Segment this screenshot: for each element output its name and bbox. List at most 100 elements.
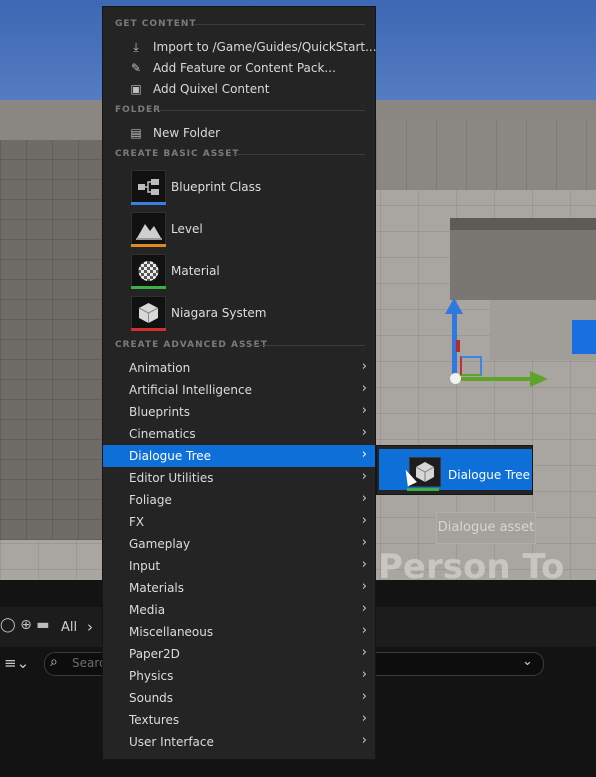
- menu-item-label: Add Quixel Content: [153, 82, 270, 96]
- submenu-blueprints[interactable]: Blueprints ›: [103, 401, 375, 423]
- submenu-label: Foliage: [129, 493, 172, 507]
- chevron-right-icon: ›: [361, 491, 367, 506]
- section-divider: [159, 110, 365, 111]
- section-basic-asset: CREATE BASIC ASSET: [115, 149, 240, 159]
- dialogue-tree-submenu: Dialogue Tree: [376, 445, 533, 495]
- section-folder: FOLDER: [115, 105, 162, 115]
- section-get-content: GET CONTENT: [115, 19, 197, 29]
- submenu-sounds[interactable]: Sounds ›: [103, 687, 375, 709]
- submenu-paper2d[interactable]: Paper2D ›: [103, 643, 375, 665]
- submenu-animation[interactable]: Animation ›: [103, 357, 375, 379]
- submenu-label: Input: [129, 559, 161, 573]
- niagara-icon: [131, 296, 166, 330]
- section-divider: [233, 154, 365, 155]
- asset-label: Level: [171, 222, 203, 236]
- submenu-label: Materials: [129, 581, 185, 595]
- gizmo-y-axis[interactable]: [456, 340, 460, 352]
- submenu-user-interface[interactable]: User Interface ›: [103, 731, 375, 753]
- asset-label: Material: [171, 264, 220, 278]
- search-icon: ⌕: [50, 654, 58, 670]
- chevron-right-icon: ›: [361, 601, 367, 616]
- viewport-box: [450, 230, 596, 300]
- menu-item-import[interactable]: ⤓ Import to /Game/Guides/QuickStart...: [103, 37, 377, 58]
- submenu-label: Miscellaneous: [129, 625, 214, 639]
- chevron-right-icon: ›: [361, 513, 367, 528]
- submenu-label: Animation: [129, 361, 191, 375]
- path-all[interactable]: All: [61, 620, 77, 635]
- dialogue-asset-label: Dialogue asset: [436, 512, 536, 544]
- chevron-right-icon: ›: [361, 645, 367, 660]
- submenu-physics[interactable]: Physics ›: [103, 665, 375, 687]
- asset-color-bar: [131, 328, 166, 331]
- quixel-icon: ▣: [130, 82, 142, 96]
- gizmo-x-arrow-icon[interactable]: [530, 371, 548, 387]
- asset-material[interactable]: Material: [103, 251, 375, 293]
- submenu-dialogue-tree[interactable]: Dialogue Tree ›: [103, 445, 375, 467]
- import-icon: ⤓: [133, 40, 139, 54]
- viewport-blue-cube[interactable]: [572, 320, 596, 354]
- search-options-chevron-icon[interactable]: ⌄: [522, 654, 533, 669]
- submenu-label: Blueprints: [129, 405, 191, 419]
- menu-item-new-folder[interactable]: ▤ New Folder: [103, 123, 375, 144]
- submenu-label: Paper2D: [129, 647, 180, 661]
- material-icon: [131, 254, 166, 288]
- asset-color-bar: [407, 488, 439, 491]
- chevron-right-icon: ›: [361, 689, 367, 704]
- menu-item-add-feature[interactable]: ✎ Add Feature or Content Pack...: [103, 58, 375, 79]
- submenu-editor-utilities[interactable]: Editor Utilities ›: [103, 467, 375, 489]
- submenu-cinematics[interactable]: Cinematics ›: [103, 423, 375, 445]
- filter-icon[interactable]: ≡⌄: [4, 654, 29, 672]
- chevron-right-icon: ›: [361, 469, 367, 484]
- new-folder-icon: ▤: [130, 126, 142, 140]
- submenu-media[interactable]: Media ›: [103, 599, 375, 621]
- blueprint-icon: [131, 170, 166, 204]
- path-chevron-icon[interactable]: ›: [87, 618, 93, 636]
- gizmo-center[interactable]: [450, 373, 461, 384]
- submenu-label: Textures: [129, 713, 180, 727]
- submenu-label: Physics: [129, 669, 174, 683]
- chevron-right-icon: ›: [361, 359, 367, 374]
- asset-label: Blueprint Class: [171, 180, 262, 194]
- submenu-label: Gameplay: [129, 537, 191, 551]
- submenu-textures[interactable]: Textures ›: [103, 709, 375, 731]
- submenu-label: Dialogue Tree: [129, 449, 212, 463]
- asset-color-bar: [131, 244, 166, 247]
- submenu-item-dialogue-tree[interactable]: Dialogue Tree: [379, 449, 532, 490]
- asset-blueprint-class[interactable]: Blueprint Class: [103, 167, 375, 209]
- asset-level[interactable]: Level: [103, 209, 375, 251]
- chevron-right-icon: ›: [361, 403, 367, 418]
- chevron-right-icon: ›: [361, 447, 367, 462]
- content-pack-icon: ✎: [130, 61, 142, 75]
- section-divider: [251, 345, 365, 346]
- submenu-gameplay[interactable]: Gameplay ›: [103, 533, 375, 555]
- submenu-label: User Interface: [129, 735, 214, 749]
- submenu-materials[interactable]: Materials ›: [103, 577, 375, 599]
- asset-niagara-system[interactable]: Niagara System: [103, 293, 375, 335]
- submenu-label: Editor Utilities: [129, 471, 214, 485]
- chevron-right-icon: ›: [361, 535, 367, 550]
- submenu-label: FX: [129, 515, 145, 529]
- history-nav-icons[interactable]: ◯ ⊕ ▬: [0, 617, 50, 633]
- submenu-input[interactable]: Input ›: [103, 555, 375, 577]
- chevron-right-icon: ›: [361, 623, 367, 638]
- chevron-right-icon: ›: [361, 667, 367, 682]
- submenu-label: Media: [129, 603, 166, 617]
- chevron-right-icon: ›: [361, 557, 367, 572]
- submenu-label: Artificial Intelligence: [129, 383, 252, 397]
- section-advanced-asset: CREATE ADVANCED ASSET: [115, 340, 268, 350]
- submenu-fx[interactable]: FX ›: [103, 511, 375, 533]
- gizmo-z-arrow-icon[interactable]: [445, 298, 463, 314]
- chevron-right-icon: ›: [361, 579, 367, 594]
- gizmo-x-axis[interactable]: [456, 377, 534, 381]
- menu-item-quixel[interactable]: ▣ Add Quixel Content: [103, 79, 375, 100]
- submenu-miscellaneous[interactable]: Miscellaneous ›: [103, 621, 375, 643]
- viewport-big-text: Person To: [378, 547, 565, 580]
- add-content-menu: GET CONTENT ⤓ Import to /Game/Guides/Qui…: [102, 6, 377, 760]
- gizmo-plane-handle[interactable]: [460, 356, 482, 376]
- section-divider: [193, 24, 365, 25]
- asset-label: Niagara System: [171, 306, 267, 320]
- menu-item-label: Import to /Game/Guides/QuickStart...: [153, 40, 377, 54]
- chevron-right-icon: ›: [361, 425, 367, 440]
- submenu-foliage[interactable]: Foliage ›: [103, 489, 375, 511]
- submenu-artificial-intelligence[interactable]: Artificial Intelligence ›: [103, 379, 375, 401]
